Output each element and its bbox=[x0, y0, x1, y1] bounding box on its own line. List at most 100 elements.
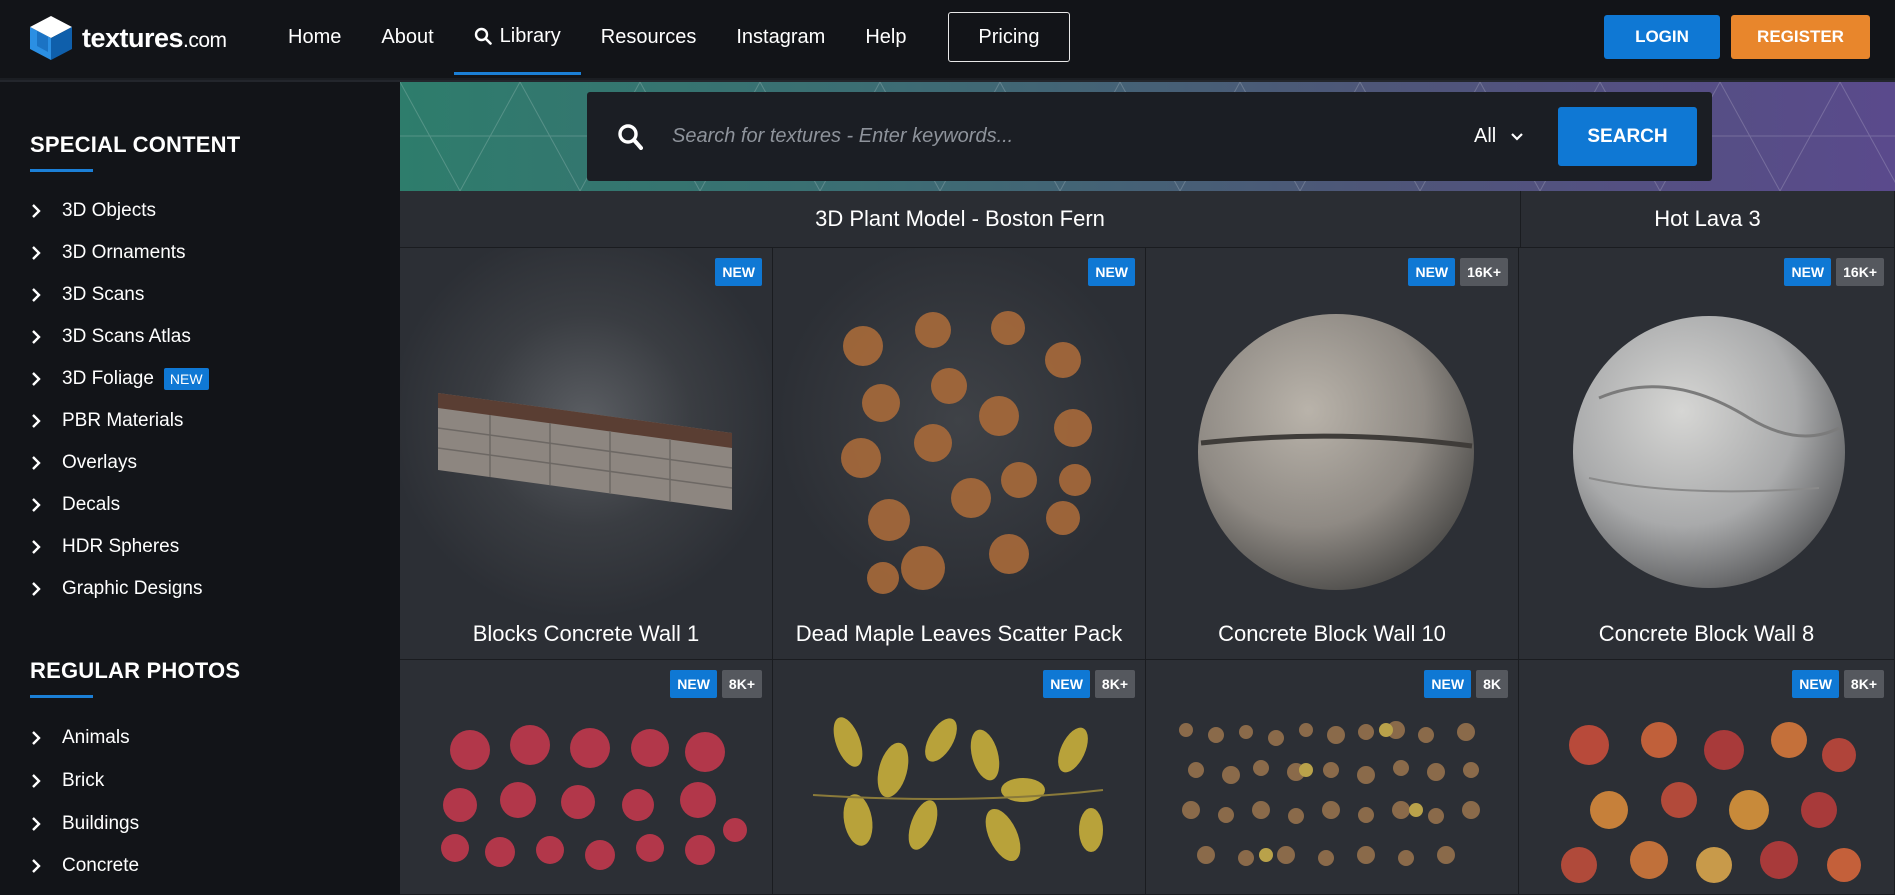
chevron-right-icon bbox=[32, 817, 41, 831]
texture-thumbnail bbox=[773, 248, 1145, 659]
nav-library-label: Library bbox=[499, 24, 561, 47]
sidebar-item-overlays[interactable]: Overlays bbox=[30, 448, 137, 478]
sidebar-item-label: Graphic Designs bbox=[62, 578, 203, 599]
texture-thumbnail bbox=[1146, 248, 1518, 659]
featured-title: 3D Plant Model - Boston Fern bbox=[815, 206, 1105, 231]
resolution-badge: 8K bbox=[1476, 670, 1508, 698]
pricing-button[interactable]: Pricing bbox=[948, 12, 1070, 62]
card-badges: NEW bbox=[715, 258, 762, 286]
sidebar-item-3d-scans-atlas[interactable]: 3D Scans Atlas bbox=[30, 322, 191, 352]
search-button[interactable]: SEARCH bbox=[1558, 107, 1697, 166]
card-badges: NEW 16K+ bbox=[1784, 258, 1884, 286]
card-title: Blocks Concrete Wall 1 bbox=[472, 621, 700, 646]
card-badges: NEW 8K+ bbox=[1043, 670, 1135, 698]
chevron-right-icon bbox=[32, 540, 41, 554]
sidebar-item-3d-scans[interactable]: 3D Scans bbox=[30, 280, 144, 310]
nav-home[interactable]: Home bbox=[268, 0, 361, 74]
texture-card[interactable]: NEW 8K+ bbox=[1519, 660, 1895, 895]
sidebar-item-brick[interactable]: Brick bbox=[30, 766, 104, 796]
sidebar-item-decals[interactable]: Decals bbox=[30, 490, 120, 520]
texture-card[interactable]: NEW 8K+ bbox=[400, 660, 773, 895]
texture-card[interactable]: NEW 16K+ Concrete Block Wall 10 bbox=[1146, 248, 1519, 660]
main-nav: Home About Library Resources Instagram H… bbox=[268, 0, 926, 80]
chevron-right-icon bbox=[32, 774, 41, 788]
new-badge: NEW bbox=[715, 258, 762, 286]
chevron-right-icon bbox=[32, 204, 41, 218]
nav-resources-label: Resources bbox=[600, 25, 697, 48]
nav-home-label: Home bbox=[288, 25, 342, 48]
sidebar-item-label: 3D Objects bbox=[62, 200, 156, 221]
nav-about[interactable]: About bbox=[361, 0, 453, 74]
chevron-right-icon bbox=[32, 456, 41, 470]
sidebar-item-label: 3D Ornaments bbox=[62, 242, 186, 263]
sidebar-item-3d-foliage[interactable]: 3D Foliage NEW bbox=[30, 364, 209, 394]
sidebar-item-buildings[interactable]: Buildings bbox=[30, 809, 139, 839]
search-icon bbox=[474, 27, 492, 45]
chevron-down-icon bbox=[1511, 132, 1524, 141]
sidebar-item-pbr-materials[interactable]: PBR Materials bbox=[30, 406, 183, 436]
search-scope-dropdown[interactable]: All bbox=[1474, 118, 1524, 155]
card-badges: NEW bbox=[1088, 258, 1135, 286]
chevron-right-icon bbox=[32, 582, 41, 596]
nav-resources[interactable]: Resources bbox=[581, 0, 717, 74]
sidebar-item-animals[interactable]: Animals bbox=[30, 723, 130, 753]
sidebar-item-label: Buildings bbox=[62, 813, 140, 834]
chevron-right-icon bbox=[32, 246, 41, 260]
chevron-right-icon bbox=[32, 859, 41, 873]
nav-about-label: About bbox=[381, 25, 434, 48]
new-badge: NEW bbox=[1784, 258, 1832, 286]
sidebar-item-label: 3D Scans Atlas bbox=[62, 326, 191, 347]
search-scope-value: All bbox=[1474, 125, 1497, 147]
card-badges: NEW 8K bbox=[1424, 670, 1508, 698]
chevron-right-icon bbox=[32, 414, 41, 428]
concrete-sphere-image bbox=[1573, 316, 1845, 588]
nav-library[interactable]: Library bbox=[453, 0, 581, 75]
search-icon bbox=[618, 124, 643, 150]
sidebar-item-3d-objects[interactable]: 3D Objects bbox=[30, 196, 156, 226]
sidebar-item-label: Concrete bbox=[62, 855, 140, 876]
texture-card[interactable]: NEW 8K bbox=[1146, 660, 1519, 895]
resolution-badge: 16K+ bbox=[1460, 258, 1508, 286]
sidebar-item-label: Overlays bbox=[62, 452, 137, 473]
logo[interactable]: textures.com bbox=[28, 14, 227, 62]
card-title: Concrete Block Wall 10 bbox=[1218, 621, 1446, 646]
special-content-heading: SPECIAL CONTENT bbox=[30, 132, 241, 157]
texture-card[interactable]: NEW 16K+ Concrete Block Wall 8 bbox=[1519, 248, 1895, 660]
card-title: Concrete Block Wall 8 bbox=[1598, 621, 1815, 646]
sidebar-item-3d-ornaments[interactable]: 3D Ornaments bbox=[30, 238, 186, 268]
nav-instagram-label: Instagram bbox=[736, 25, 826, 48]
featured-title: Hot Lava 3 bbox=[1654, 206, 1761, 231]
new-badge: NEW bbox=[163, 368, 209, 390]
texture-card[interactable]: NEW 8K+ bbox=[773, 660, 1146, 895]
heading-underline bbox=[30, 695, 93, 698]
sidebar: SPECIAL CONTENT 3D Objects 3D Ornaments … bbox=[0, 82, 400, 895]
card-badges: NEW 8K+ bbox=[1792, 670, 1884, 698]
maple-leaves-image bbox=[841, 311, 1092, 594]
logo-wordmark: textures.com bbox=[82, 22, 227, 53]
search-input[interactable] bbox=[672, 114, 1432, 159]
sidebar-item-concrete[interactable]: Concrete bbox=[30, 851, 139, 881]
texture-card[interactable]: NEW Dead Maple Leaves Scatter Pack bbox=[773, 248, 1146, 660]
sidebar-item-label: 3D Scans bbox=[62, 284, 145, 305]
search-bar: All SEARCH bbox=[587, 92, 1712, 181]
nav-help-label: Help bbox=[865, 25, 907, 48]
sidebar-item-graphic-designs[interactable]: Graphic Designs bbox=[30, 574, 202, 604]
featured-tile[interactable]: 3D Plant Model - Boston Fern bbox=[400, 191, 1521, 248]
resolution-badge: 8K+ bbox=[1843, 670, 1884, 698]
sidebar-item-hdr-spheres[interactable]: HDR Spheres bbox=[30, 532, 179, 562]
new-badge: NEW bbox=[1792, 670, 1839, 698]
texture-card[interactable]: NEW Blocks Concrete Wall 1 bbox=[400, 248, 773, 660]
nav-help[interactable]: Help bbox=[845, 0, 926, 74]
resolution-badge: 8K+ bbox=[1094, 670, 1135, 698]
top-navigation-bar: textures.com Home About Library Resource… bbox=[0, 0, 1895, 80]
new-badge: NEW bbox=[670, 670, 717, 698]
login-button[interactable]: LOGIN bbox=[1604, 15, 1720, 59]
nav-instagram[interactable]: Instagram bbox=[716, 0, 845, 74]
regular-photos-heading: REGULAR PHOTOS bbox=[30, 658, 241, 683]
new-badge: NEW bbox=[1043, 670, 1090, 698]
texture-thumbnail bbox=[1519, 248, 1894, 659]
register-button[interactable]: REGISTER bbox=[1731, 15, 1870, 59]
new-badge: NEW bbox=[1424, 670, 1472, 698]
featured-tile[interactable]: Hot Lava 3 bbox=[1521, 191, 1895, 248]
card-badges: NEW 16K+ bbox=[1408, 258, 1508, 286]
